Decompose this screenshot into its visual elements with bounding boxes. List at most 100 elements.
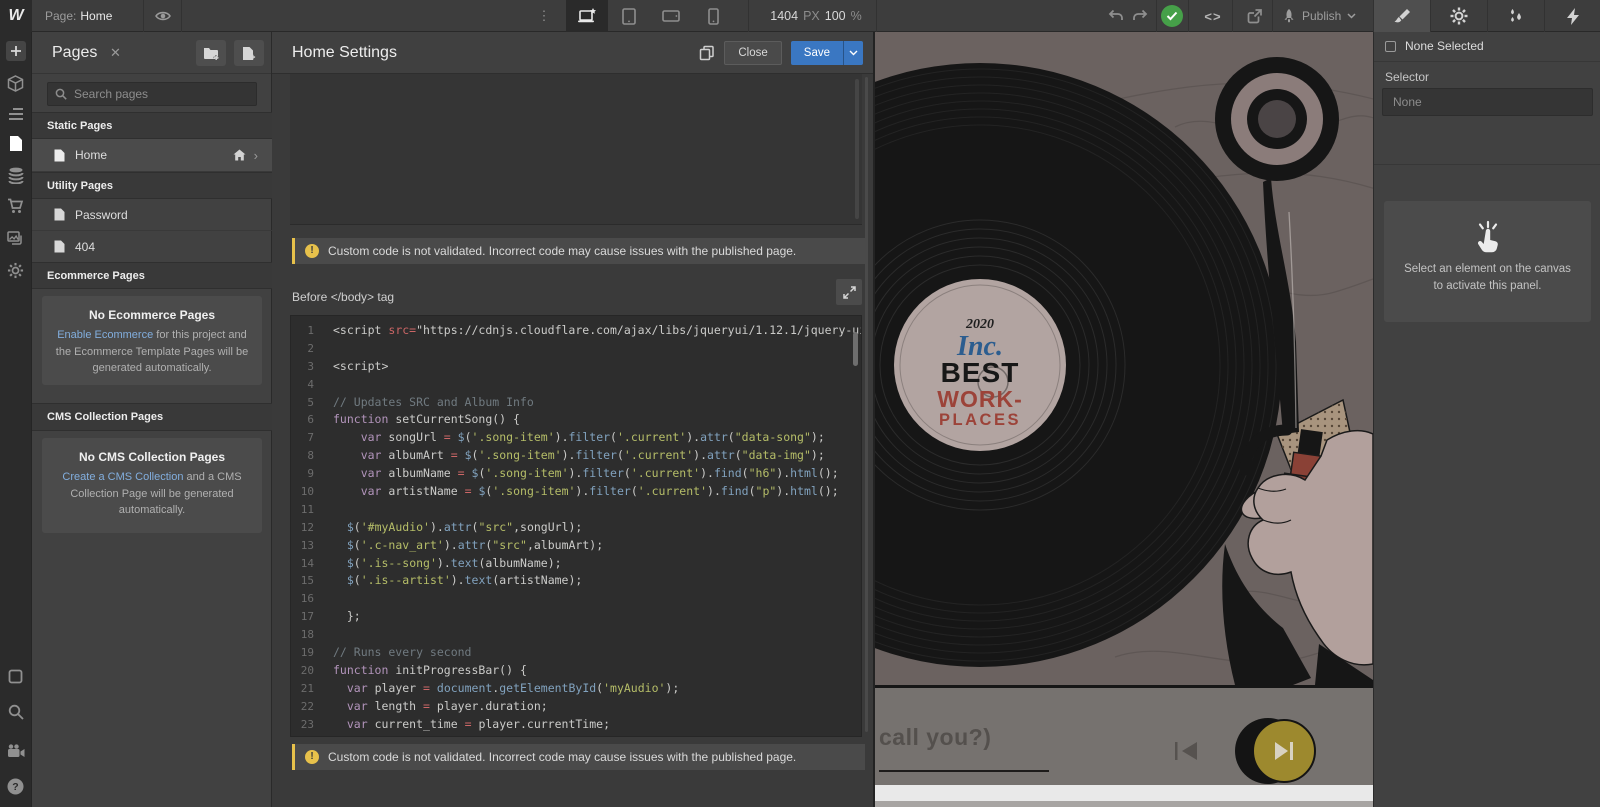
page-icon — [54, 208, 65, 221]
code-line: // Runs every second — [333, 644, 861, 662]
finder-button[interactable] — [6, 666, 26, 686]
code-line: function setCurrentSong() { — [333, 411, 861, 429]
pages-search — [47, 82, 257, 106]
code-export-button[interactable]: <> — [1196, 0, 1230, 32]
warning-text: Custom code is not validated. Incorrect … — [328, 750, 796, 764]
add-elements-button[interactable] — [6, 41, 26, 61]
code-body[interactable]: <script src="https://cdnjs.cloudflare.co… — [323, 316, 861, 736]
ecommerce-empty-card: No Ecommerce Pages Enable Ecommerce for … — [42, 296, 262, 385]
settings-scrollbar[interactable] — [865, 77, 868, 732]
skip-forward-button[interactable] — [1252, 719, 1316, 783]
code-line: $('.is--artist').text(artistName); — [333, 572, 861, 590]
skip-back-icon[interactable] — [1175, 742, 1197, 760]
line-number: 9 — [291, 465, 323, 483]
badge-places: PLACES — [939, 411, 1021, 429]
add-page-button[interactable] — [234, 40, 264, 66]
page-menu[interactable]: Page: Home — [33, 0, 143, 32]
line-number: 12 — [291, 519, 323, 537]
webflow-logo[interactable]: W — [0, 0, 32, 32]
breakpoint-mobile-landscape-button[interactable] — [650, 0, 692, 32]
duplicate-page-button[interactable] — [699, 45, 715, 61]
create-cms-collection-link[interactable]: Create a CMS Collection — [62, 471, 183, 483]
search-button[interactable] — [6, 702, 26, 722]
page-item-password[interactable]: Password — [32, 199, 272, 231]
code-line: }; — [333, 608, 861, 626]
tab-style-panel[interactable] — [1373, 0, 1430, 32]
close-button[interactable]: Close — [724, 41, 781, 65]
page-item-404[interactable]: 404 — [32, 231, 272, 263]
help-button[interactable]: ? — [6, 776, 26, 796]
ecommerce-button[interactable] — [6, 196, 26, 216]
code-line — [333, 340, 861, 358]
settings-header: Home Settings Close Save — [272, 32, 873, 74]
warning-text: Custom code is not validated. Incorrect … — [328, 244, 796, 258]
close-label: Close — [738, 47, 767, 59]
share-button[interactable] — [1238, 0, 1270, 32]
code-line: <script> — [333, 358, 861, 376]
design-canvas[interactable]: 2020 Inc. BEST WORK- PLACES — [875, 32, 1373, 807]
code-gutter: 1234567891011121314151617181920212223 — [291, 316, 323, 736]
tab-style-manager-panel[interactable] — [1487, 0, 1544, 32]
chevron-right-icon[interactable]: › — [254, 148, 258, 163]
code-line: var current_time = player.currentTime; — [333, 716, 861, 734]
pages-panel-close-button[interactable]: ✕ — [110, 32, 121, 74]
symbols-button[interactable] — [6, 73, 26, 93]
page-item-home[interactable]: Home › — [32, 139, 272, 172]
editor-scrollbar[interactable] — [855, 79, 859, 219]
publish-button[interactable]: Publish — [1274, 0, 1372, 32]
pages-button[interactable] — [6, 133, 26, 153]
line-number: 19 — [291, 644, 323, 662]
zoom-value[interactable]: 100 — [825, 9, 846, 23]
head-code-editor-bottom[interactable] — [290, 74, 862, 225]
chevron-down-icon — [1347, 13, 1356, 19]
canvas-dimensions[interactable]: 1404 PX 100 % — [756, 0, 876, 32]
webflow-designer: W Page: Home ⋮ 1404 PX 100 % — [0, 0, 1600, 807]
chevron-down-icon — [849, 50, 858, 56]
line-number: 11 — [291, 501, 323, 519]
eye-icon — [154, 7, 172, 25]
save-options-button[interactable] — [843, 41, 863, 65]
checkbox-icon[interactable] — [1385, 41, 1396, 52]
breakpoint-mobile-portrait-button[interactable] — [692, 0, 734, 32]
tab-interactions-panel[interactable] — [1544, 0, 1600, 32]
line-number: 23 — [291, 716, 323, 734]
pages-search-input[interactable] — [47, 82, 257, 106]
line-number: 3 — [291, 358, 323, 376]
saved-status-button[interactable] — [1158, 0, 1186, 32]
warning-icon: ! — [305, 244, 319, 258]
expand-editor-button[interactable] — [836, 279, 862, 305]
enable-ecommerce-link[interactable]: Enable Ecommerce — [57, 329, 153, 341]
body-code-editor[interactable]: 1234567891011121314151617181920212223 <s… — [290, 315, 862, 737]
player-heading-text: call you?) — [879, 724, 991, 751]
assets-button[interactable] — [6, 228, 26, 248]
canvas-width-value[interactable]: 1404 — [770, 9, 798, 23]
page-section-strip — [875, 785, 1373, 801]
lightning-icon — [1566, 8, 1580, 25]
redo-button[interactable] — [1128, 0, 1152, 32]
undo-button[interactable] — [1104, 0, 1128, 32]
breakpoint-tablet-button[interactable] — [608, 0, 650, 32]
text-underline — [879, 770, 1049, 772]
selector-input[interactable] — [1382, 88, 1593, 116]
plus-icon — [10, 45, 22, 57]
click-hand-icon — [1471, 219, 1505, 253]
video-tutorials-button[interactable] — [6, 741, 26, 761]
navigator-button[interactable] — [6, 104, 26, 124]
cms-empty-card: No CMS Collection Pages Create a CMS Col… — [42, 438, 262, 533]
preview-toggle-button[interactable] — [144, 0, 181, 32]
add-folder-button[interactable] — [196, 40, 226, 66]
tab-settings-panel[interactable] — [1430, 0, 1487, 32]
project-settings-button[interactable] — [6, 260, 26, 280]
page-item-label: 404 — [75, 240, 95, 254]
code-line — [333, 376, 861, 394]
tablet-icon — [622, 8, 636, 25]
save-button[interactable]: Save — [791, 41, 843, 65]
code-editor-scrollbar-thumb[interactable] — [853, 332, 858, 366]
breakpoint-desktop-button[interactable] — [566, 0, 608, 32]
selector-label: Selector — [1385, 70, 1429, 84]
line-number: 14 — [291, 555, 323, 573]
cms-button[interactable] — [6, 165, 26, 185]
search-icon — [55, 88, 67, 100]
more-menu-icon[interactable]: ⋮ — [536, 0, 552, 32]
undo-icon — [1108, 9, 1124, 23]
